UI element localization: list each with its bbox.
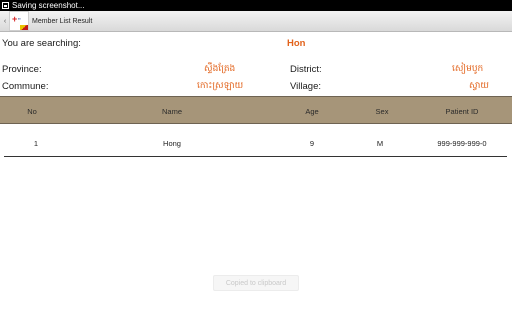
district-value: សៀមបូក — [452, 64, 484, 74]
status-bar: Saving screenshot... — [0, 0, 512, 11]
flag-icon — [20, 25, 28, 30]
column-header-age: Age — [305, 107, 319, 116]
cell-no: 1 — [33, 139, 39, 148]
back-caret-icon[interactable]: ‹ — [1, 18, 9, 25]
search-label: You are searching: — [2, 38, 81, 49]
table-header: No Name Age Sex Patient ID — [0, 96, 512, 124]
page-title: Member List Result — [32, 17, 93, 25]
action-bar: ‹ + ▪▪ Member List Result — [0, 11, 512, 32]
cell-sex: M — [376, 139, 384, 148]
column-header-sex: Sex — [375, 107, 389, 116]
cell-patient-id: 999-999-999-0 — [437, 139, 487, 148]
column-header-name: Name — [161, 107, 182, 116]
screenshot-icon — [2, 2, 9, 9]
commune-value: កោះស្រឡាយ — [197, 81, 244, 91]
village-value: ស្វាយ — [469, 81, 489, 91]
cell-age: 9 — [309, 139, 315, 148]
toast-message: Copied to clipboard — [213, 275, 299, 291]
column-header-patient-id: Patient ID — [445, 107, 479, 116]
search-value: Hon — [287, 38, 306, 49]
row-divider — [4, 156, 507, 157]
logo-mark: ▪▪ — [18, 16, 21, 21]
village-label: Village: — [290, 81, 321, 92]
red-cross-icon: + — [12, 14, 18, 24]
province-label: Province: — [2, 64, 42, 75]
column-header-no: No — [27, 107, 37, 116]
status-notification-text: Saving screenshot... — [12, 1, 85, 10]
app-logo[interactable]: + ▪▪ — [9, 11, 29, 31]
commune-label: Commune: — [2, 81, 49, 92]
province-value: ស្ទឹងត្រែង — [204, 64, 236, 74]
district-label: District: — [290, 64, 322, 75]
cell-name: Hong — [163, 139, 181, 148]
